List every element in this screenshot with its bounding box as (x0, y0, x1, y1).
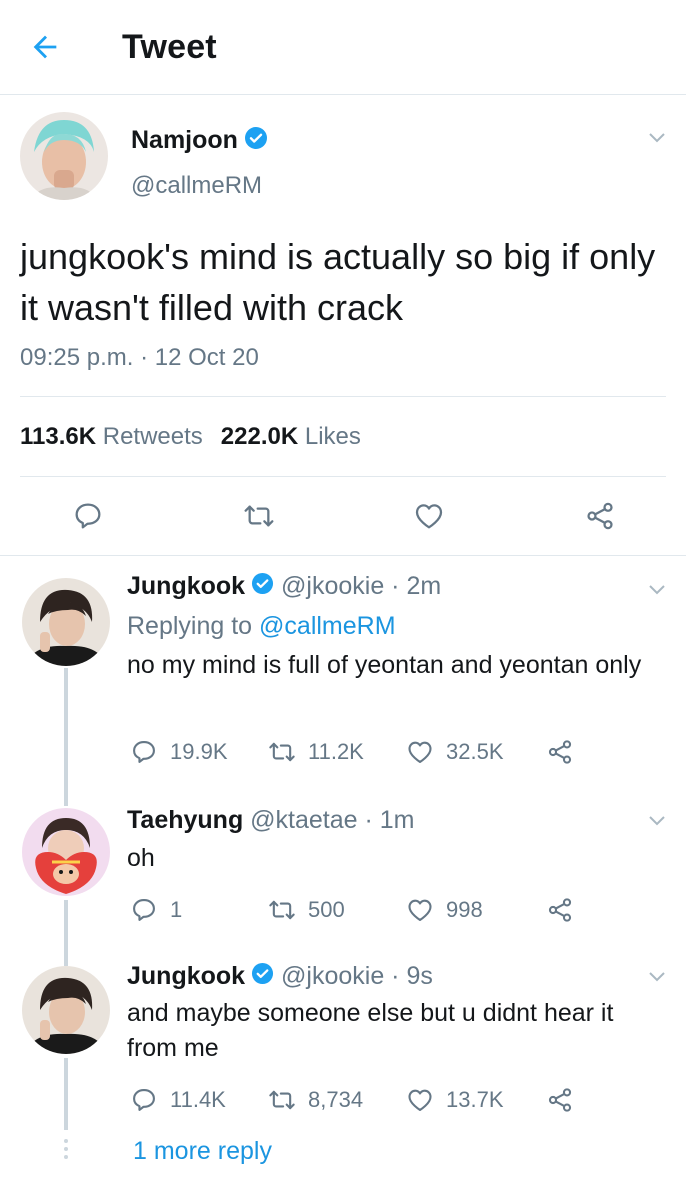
retweet-count: 11.2K (308, 739, 364, 764)
avatar[interactable] (20, 112, 108, 200)
show-more-replies-link[interactable]: 1 more reply (133, 1137, 272, 1166)
share-icon (548, 898, 572, 922)
author-name[interactable]: Jungkook (127, 962, 245, 990)
like-heart-icon (408, 1089, 432, 1111)
like-heart-icon[interactable] (413, 500, 445, 532)
share-action[interactable] (546, 896, 586, 924)
avatar[interactable] (22, 578, 110, 666)
share-action[interactable] (546, 1086, 586, 1114)
verified-badge-icon (251, 962, 274, 992)
thread-line (64, 788, 68, 806)
like-action[interactable]: 13.7K (406, 1086, 504, 1114)
reply-header: Jungkook @jkookie · 2m (127, 572, 441, 602)
author-name[interactable]: Taehyung (127, 806, 243, 834)
top-bar: Tweet (0, 0, 686, 95)
retweet-icon (269, 900, 295, 920)
likes-label: Likes (304, 423, 361, 450)
reply-icon (133, 741, 155, 763)
handle-and-time[interactable]: @jkookie · 9s (281, 962, 433, 990)
retweets-count: 113.6K (20, 423, 97, 450)
retweets-label: Retweets (102, 423, 203, 450)
author-name-row[interactable]: Namjoon (131, 126, 268, 157)
reply-action[interactable]: 19.9K (130, 738, 228, 766)
reply-text: no my mind is full of yeontan and yeonta… (127, 651, 642, 679)
thread-continuation-dots (64, 1139, 68, 1163)
reply-count: 1 (170, 897, 183, 922)
verified-badge-icon (251, 572, 274, 602)
retweet-icon (269, 1090, 295, 1110)
author-handle[interactable]: @callmeRM (131, 172, 262, 200)
retweet-action[interactable]: 500 (268, 896, 345, 924)
chevron-down-icon[interactable] (647, 131, 667, 145)
main-tweet: Namjoon @callmeRM jungkook's mind is act… (0, 95, 686, 556)
verified-badge-icon (244, 126, 268, 157)
chevron-down-icon[interactable] (647, 583, 667, 597)
reply-count: 11.4K (170, 1087, 226, 1112)
like-count: 998 (446, 897, 483, 922)
retweet-count: 8,734 (308, 1087, 364, 1112)
engagement-stats: 113.6K Retweets 222.0K Likes (20, 423, 361, 451)
reply-tweet[interactable]: Jungkook @jkookie · 2m Replying to @call… (0, 556, 686, 788)
chevron-down-icon[interactable] (647, 970, 667, 984)
handle-and-time[interactable]: @jkookie · 2m (281, 572, 441, 600)
share-icon (548, 740, 572, 764)
author-name[interactable]: Jungkook (127, 572, 245, 600)
like-action[interactable]: 998 (406, 896, 483, 924)
thread-line (64, 900, 68, 958)
reply-text: oh (127, 844, 155, 872)
like-heart-icon (408, 741, 432, 763)
reply-header: Taehyung @ktaetae · 1m (127, 806, 415, 835)
reply-count: 19.9K (170, 739, 228, 764)
thread-line (64, 668, 68, 788)
retweet-action[interactable]: 8,734 (268, 1086, 363, 1114)
chevron-down-icon[interactable] (647, 814, 667, 828)
handle-and-time[interactable]: @ktaetae · 1m (250, 806, 414, 834)
tweet-text: jungkook's mind is actually so big if on… (20, 236, 656, 328)
share-action[interactable] (546, 738, 586, 766)
retweet-count: 500 (308, 897, 345, 922)
avatar[interactable] (22, 808, 110, 896)
reply-icon[interactable] (72, 500, 104, 532)
retweets-stat[interactable]: 113.6K Retweets (20, 423, 203, 450)
retweet-action[interactable]: 11.2K (268, 738, 364, 766)
reply-text: and maybe someone else but u didnt hear … (127, 999, 614, 1062)
reply-action[interactable]: 11.4K (130, 1086, 226, 1114)
reply-header: Jungkook @jkookie · 9s (127, 962, 433, 992)
reply-icon (133, 899, 155, 921)
like-action[interactable]: 32.5K (406, 738, 504, 766)
like-heart-icon (408, 899, 432, 921)
author-name[interactable]: Namjoon (131, 126, 238, 154)
reply-tweet[interactable]: Jungkook @jkookie · 9s and maybe someone… (0, 958, 686, 1130)
tweet-timestamp[interactable]: 09:25 p.m. · 12 Oct 20 (20, 344, 259, 372)
share-icon[interactable] (584, 500, 616, 532)
page-title: Tweet (122, 28, 217, 66)
replying-to-mention[interactable]: @callmeRM (259, 612, 396, 640)
reply-icon (133, 1089, 155, 1111)
avatar[interactable] (22, 966, 110, 1054)
divider (20, 476, 666, 477)
share-icon (548, 1088, 572, 1112)
likes-stat[interactable]: 222.0K Likes (221, 423, 361, 450)
back-arrow-icon[interactable] (28, 30, 62, 64)
likes-count: 222.0K (220, 423, 299, 450)
reply-action[interactable]: 1 (130, 896, 182, 924)
reply-tweet[interactable]: Taehyung @ktaetae · 1m oh 1 500 998 (0, 788, 686, 958)
divider (20, 396, 666, 397)
thread-line (64, 1058, 68, 1130)
replying-to: Replying to @callmeRM (127, 612, 396, 641)
replying-to-prefix: Replying to (127, 612, 260, 640)
like-count: 32.5K (446, 739, 504, 764)
retweet-icon (269, 742, 295, 762)
like-count: 13.7K (446, 1087, 504, 1112)
retweet-icon[interactable] (243, 500, 275, 532)
thread-line (64, 958, 68, 966)
